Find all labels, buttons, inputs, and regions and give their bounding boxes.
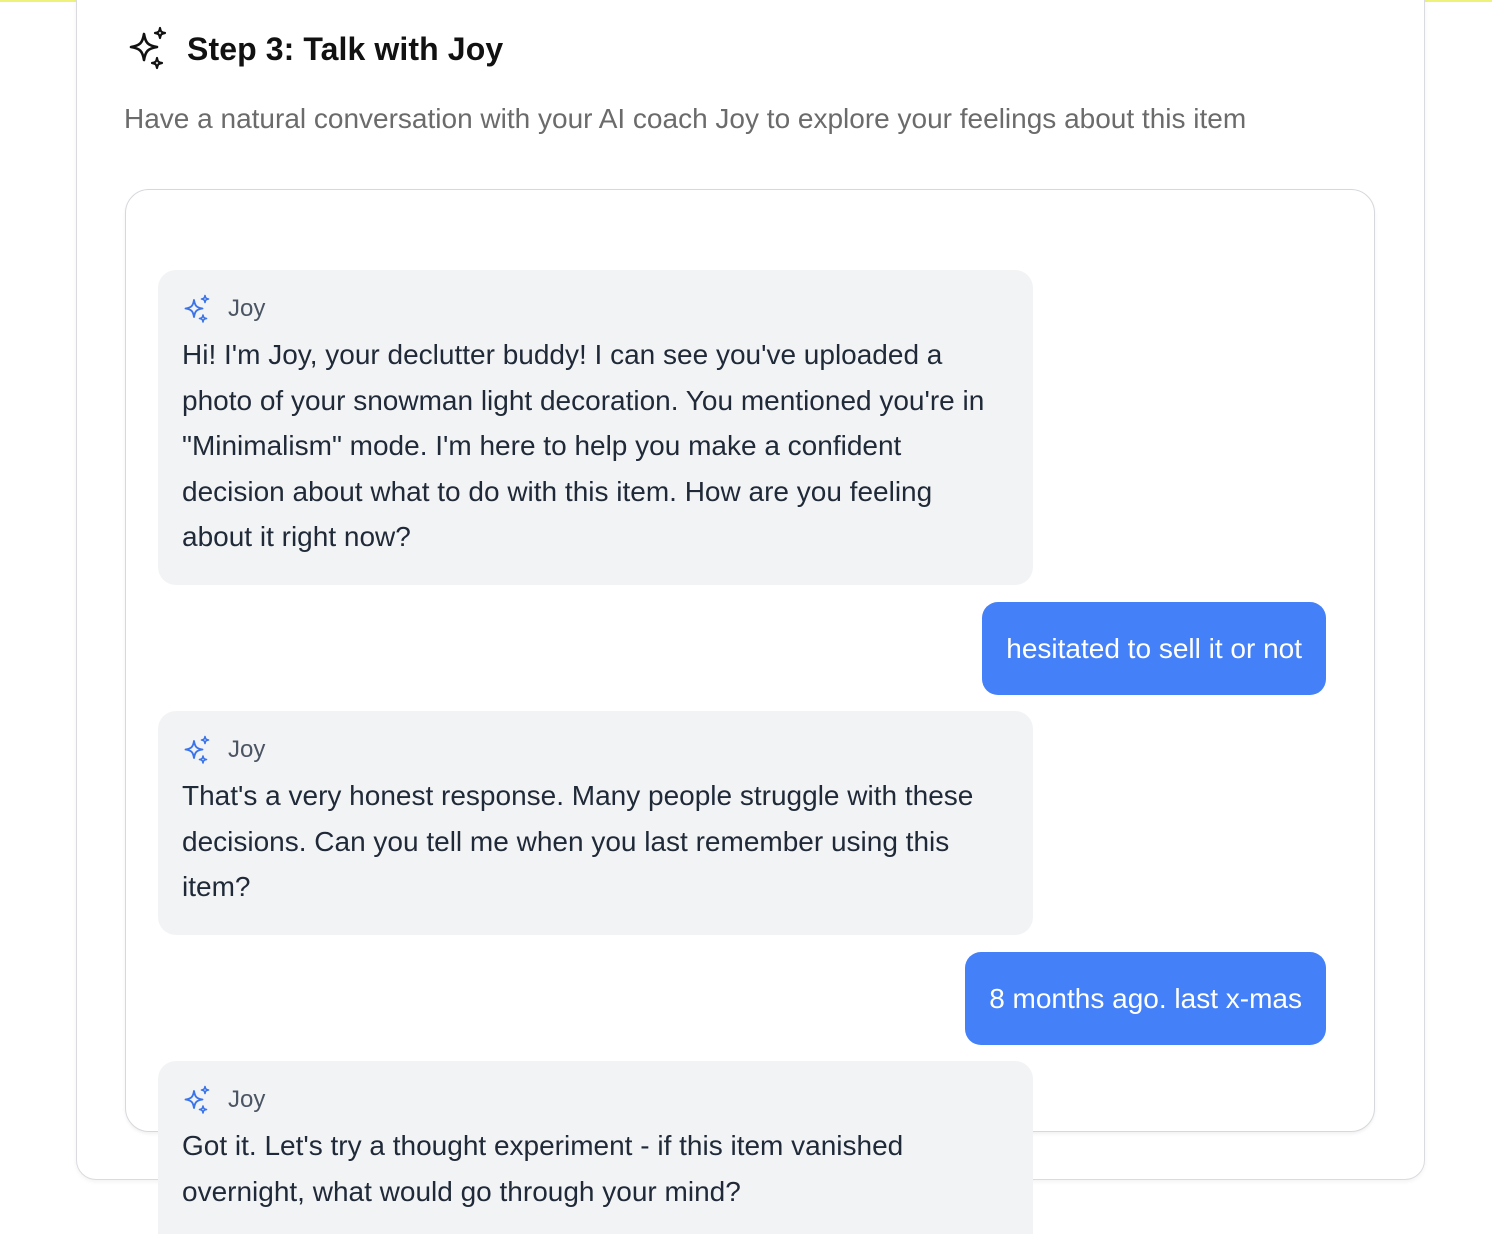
sparkles-icon [184,1085,210,1114]
message-text: That's a very honest response. Many peop… [182,780,974,902]
sender-name: Joy [228,295,266,322]
sender-name: Joy [228,736,266,763]
page-title: Step 3: Talk with Joy [187,30,504,67]
message-sender: Joy [182,1081,1009,1119]
user-message: hesitated to sell it or not [982,602,1326,695]
sparkles-icon [184,294,210,323]
step-subtitle: Have a natural conversation with your AI… [124,103,1247,134]
sparkles-icon [184,735,210,764]
assistant-message: Joy Hi! I'm Joy, your declutter buddy! I… [158,270,1033,585]
step-header: Step 3: Talk with Joy [125,26,503,72]
sparkles-icon [129,26,167,70]
sender-name: Joy [228,1086,266,1113]
message-text: Got it. Let's try a thought experiment -… [182,1130,904,1207]
user-message: 8 months ago. last x-mas [965,952,1326,1045]
message-sender: Joy [182,731,1009,769]
message-sender: Joy [182,290,1009,328]
assistant-message: Joy That's a very honest response. Many … [158,711,1033,935]
message-text: Hi! I'm Joy, your declutter buddy! I can… [182,339,985,552]
assistant-message: Joy Got it. Let's try a thought experime… [158,1061,1033,1234]
